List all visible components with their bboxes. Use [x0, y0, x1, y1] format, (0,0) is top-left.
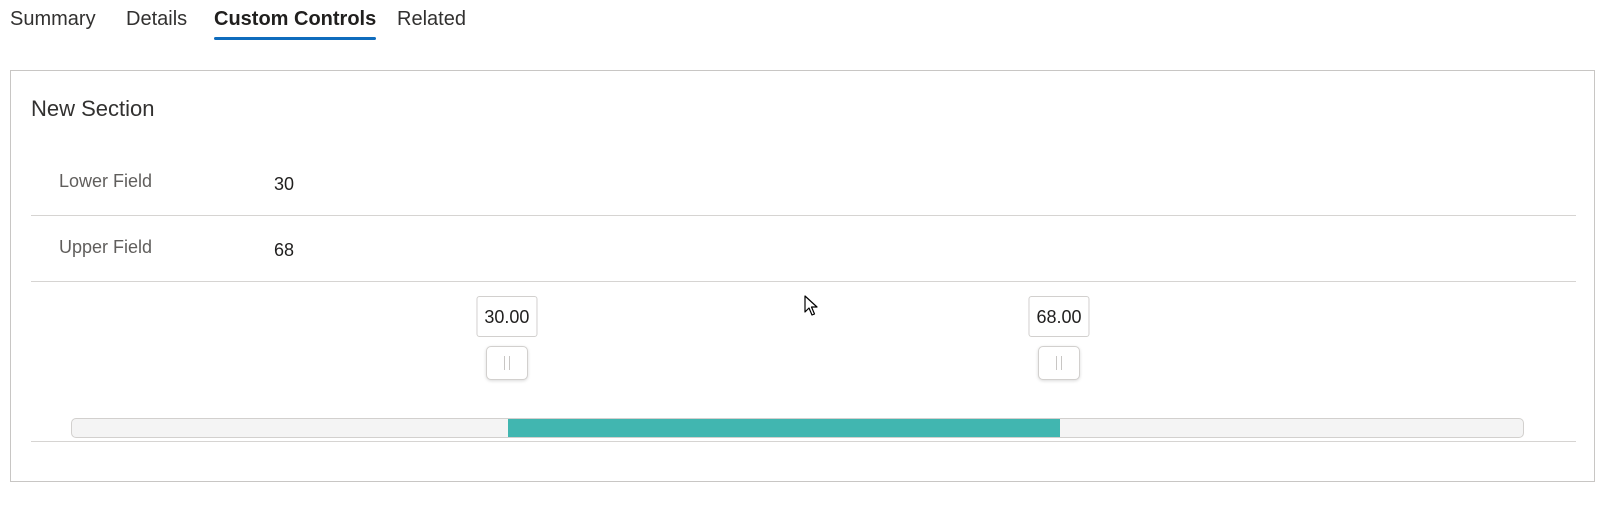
upper-slider-handle[interactable]	[1038, 346, 1081, 380]
tab-summary[interactable]: Summary	[10, 0, 96, 44]
grip-icon	[1056, 356, 1063, 370]
section-title: New Section	[31, 96, 155, 121]
grip-icon	[503, 356, 510, 370]
lower-slider-handle[interactable]	[485, 346, 528, 380]
slider-range-fill	[507, 419, 1061, 437]
slider-track[interactable]	[71, 418, 1524, 438]
new-section-panel: New Section Lower Field 30 Upper Field 6…	[10, 70, 1595, 482]
lower-field-row: Lower Field 30	[31, 150, 1576, 216]
upper-field-value[interactable]: 68	[274, 240, 294, 261]
upper-value-label: 68.00	[1028, 296, 1090, 337]
lower-field-value[interactable]: 30	[274, 174, 294, 195]
tab-details[interactable]: Details	[126, 0, 187, 44]
mouse-cursor-icon	[804, 295, 818, 316]
lower-value-label: 30.00	[476, 296, 538, 337]
upper-field-label: Upper Field	[59, 237, 153, 257]
tab-related[interactable]: Related	[397, 0, 466, 44]
lower-field-label: Lower Field	[59, 171, 153, 191]
upper-field-row: Upper Field 68	[31, 216, 1576, 282]
tab-custom-controls[interactable]: Custom Controls	[214, 0, 377, 44]
